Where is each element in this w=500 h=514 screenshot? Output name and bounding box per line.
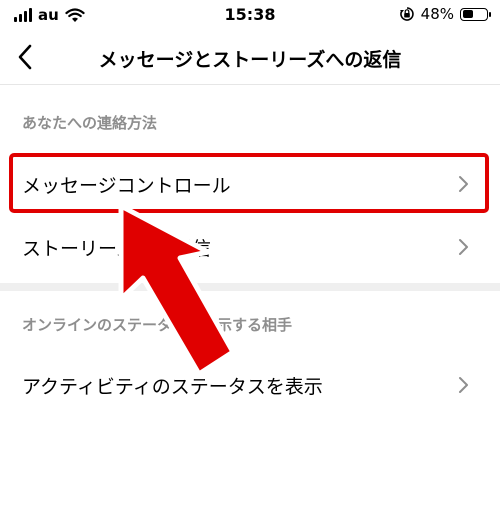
settings-row-activity-status[interactable]: アクティビティのステータスを表示: [0, 354, 500, 416]
battery-percent: 48%: [420, 5, 454, 23]
section-header-contact: あなたへの連絡方法: [22, 114, 158, 132]
row-label: アクティビティのステータスを表示: [22, 375, 323, 398]
chevron-right-icon: [459, 239, 468, 255]
orientation-lock-icon: [399, 7, 414, 21]
battery-icon: [460, 7, 491, 21]
status-bar: au 15:38 48%: [0, 0, 500, 30]
row-label: ストーリーズへの返信: [22, 237, 212, 260]
settings-row-message-controls[interactable]: メッセージコントロール: [0, 153, 500, 215]
navigation-bar: メッセージとストーリーズへの返信: [0, 30, 500, 85]
battery-cap: [489, 11, 491, 17]
page-title: メッセージとストーリーズへの返信: [98, 49, 402, 71]
chevron-right-icon: [459, 176, 468, 192]
section-divider: [0, 283, 500, 291]
section-header-activity-status: オンラインのステータスを表示する相手: [22, 316, 293, 334]
battery-level: [462, 10, 474, 18]
status-right: 48%: [399, 5, 491, 23]
chevron-right-icon: [459, 377, 468, 393]
settings-row-story-replies[interactable]: ストーリーズへの返信: [0, 216, 500, 278]
row-label: メッセージコントロール: [22, 174, 231, 197]
